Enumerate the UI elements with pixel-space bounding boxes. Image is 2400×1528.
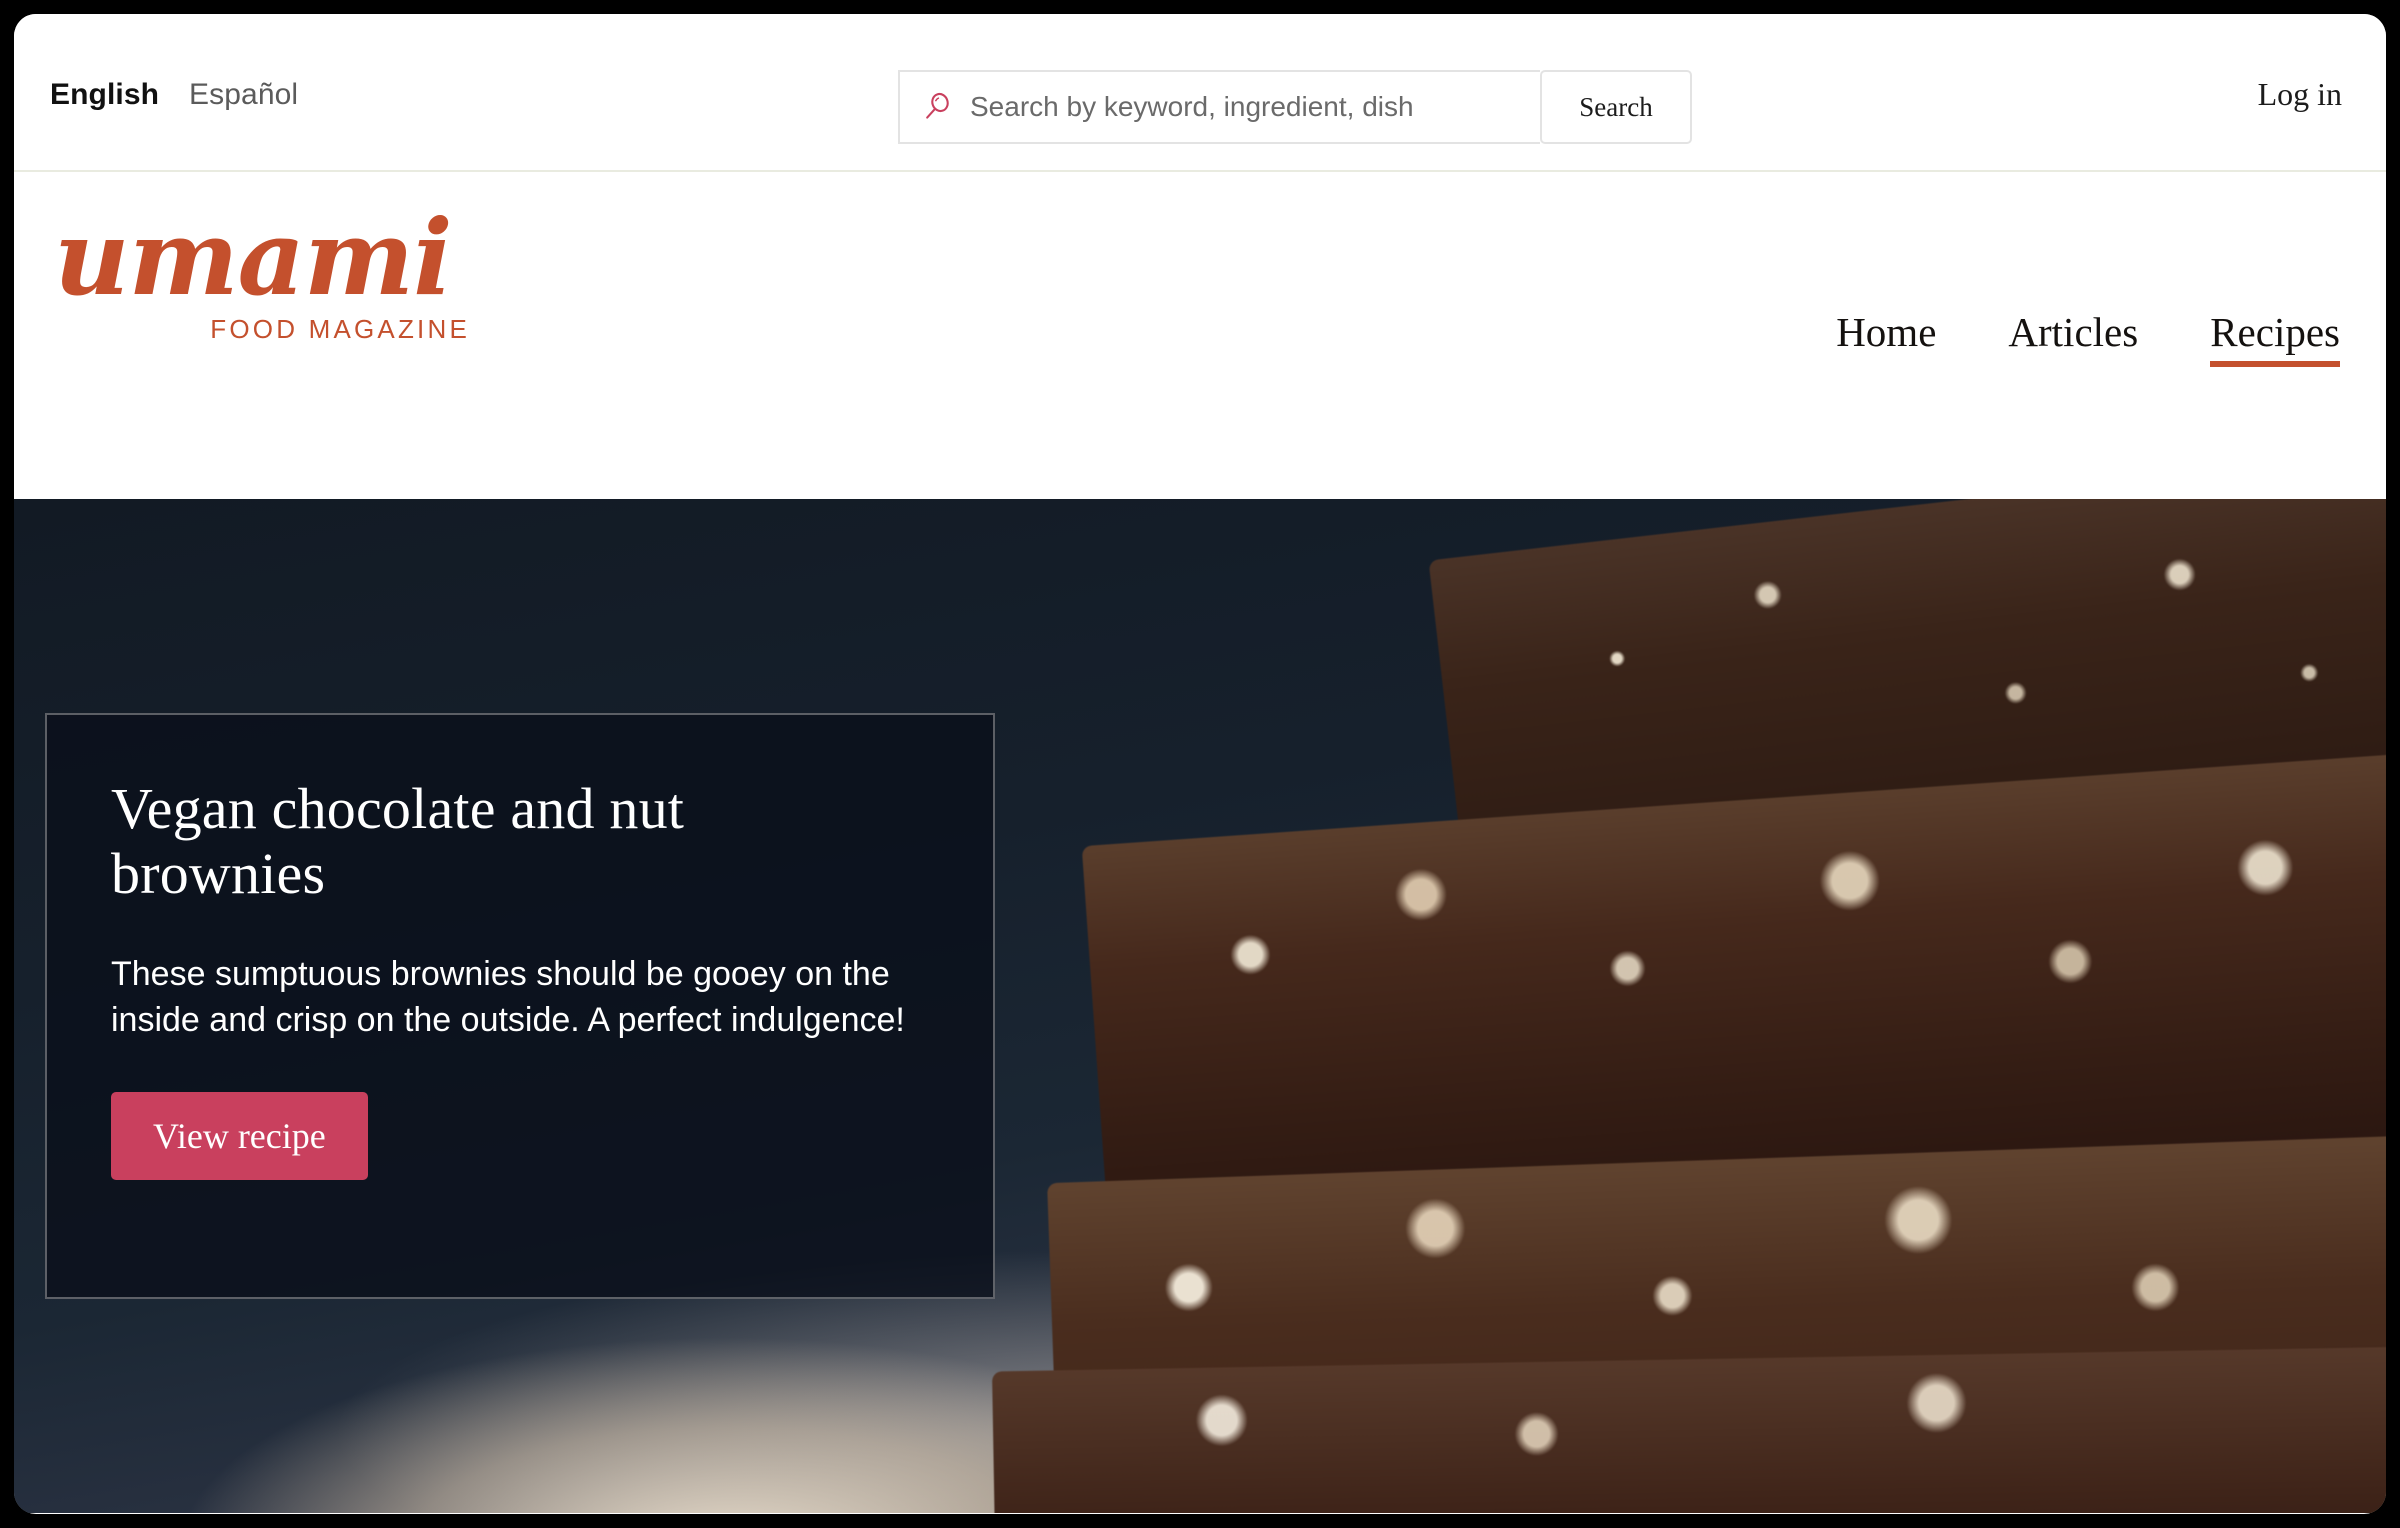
search-icon	[922, 92, 952, 122]
nav-link-home[interactable]: Home	[1836, 312, 1936, 367]
site-logo[interactable]: umami FOOD MAGAZINE	[54, 196, 474, 345]
logo-wordmark: umami	[54, 196, 453, 319]
search-group: Search	[898, 70, 1692, 144]
search-field[interactable]	[898, 70, 1540, 144]
utility-bar: English Español Search Log in	[14, 14, 2386, 172]
view-recipe-button[interactable]: View recipe	[111, 1092, 368, 1181]
login-link[interactable]: Log in	[2258, 76, 2342, 113]
hero-section: Vegan chocolate and nut brownies These s…	[14, 499, 2386, 1513]
search-input[interactable]	[970, 72, 1490, 142]
hero-description: These sumptuous brownies should be gooey…	[111, 954, 905, 1040]
browser-frame: English Español Search Log in	[0, 0, 2400, 1528]
main-navigation: Home Articles Recipes	[1836, 312, 2340, 367]
nav-link-articles[interactable]: Articles	[2008, 312, 2138, 367]
language-link-english[interactable]: English	[50, 78, 159, 112]
language-link-espanol[interactable]: Español	[189, 78, 298, 112]
page-viewport: English Español Search Log in	[14, 14, 2386, 1514]
language-switcher: English Español	[50, 78, 298, 112]
masthead: umami FOOD MAGAZINE Home Articles Recipe…	[14, 172, 2386, 499]
hero-feature-card: Vegan chocolate and nut brownies These s…	[45, 713, 995, 1299]
search-button[interactable]: Search	[1540, 70, 1692, 144]
hero-title: Vegan chocolate and nut brownies	[111, 776, 685, 906]
nav-link-recipes[interactable]: Recipes	[2210, 312, 2340, 367]
brownie-piece-front	[992, 1346, 2386, 1513]
